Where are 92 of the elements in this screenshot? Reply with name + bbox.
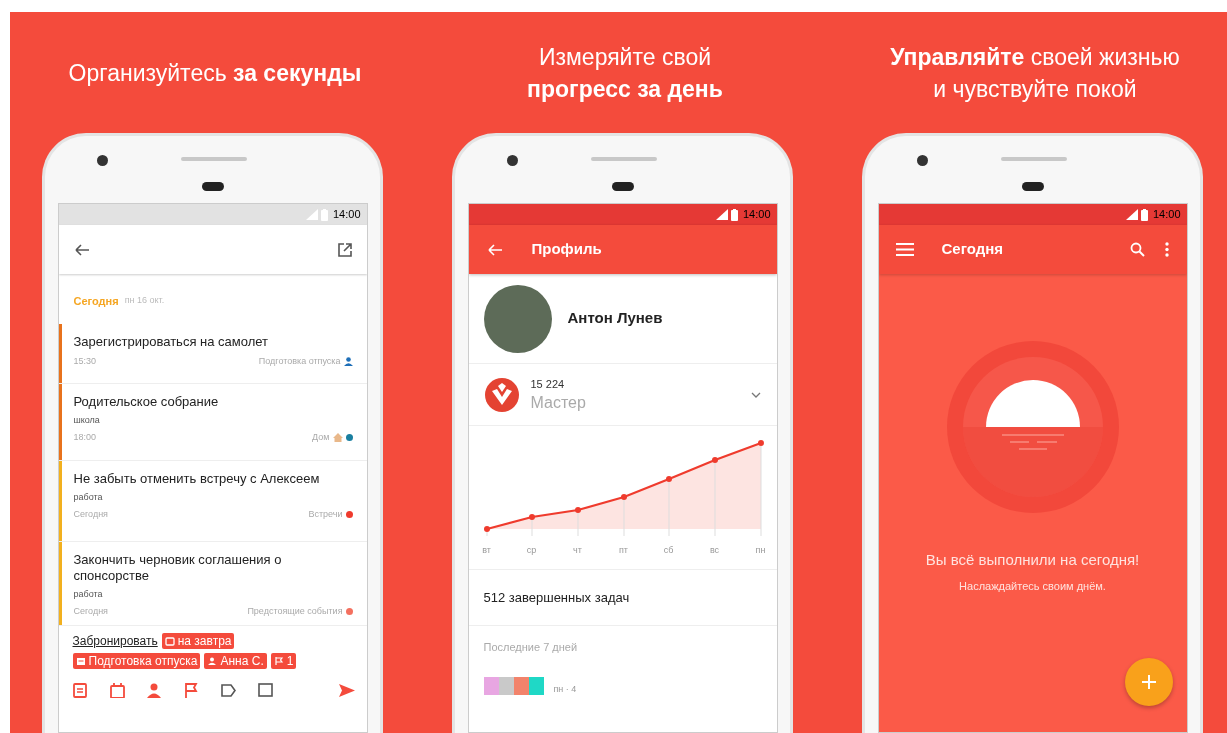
task-project: Дом <box>312 431 330 444</box>
axis-label: ср <box>526 544 537 557</box>
signal-icon <box>715 209 728 220</box>
date-chip[interactable]: на завтра <box>161 633 235 649</box>
data-point <box>483 526 490 532</box>
chevron-down-icon[interactable] <box>750 391 761 398</box>
bar-label: пн · 4 <box>553 683 577 696</box>
task-title: Родительское собрание <box>73 394 220 410</box>
task-time: Сегодня <box>73 605 108 618</box>
speaker-icon <box>1001 157 1067 161</box>
external-link-icon[interactable] <box>336 241 353 258</box>
speaker-icon <box>591 157 657 161</box>
data-point <box>620 494 627 500</box>
battery-icon <box>1140 208 1148 221</box>
status-time: 14:00 <box>742 207 771 223</box>
person-icon[interactable] <box>146 683 162 698</box>
karma-level: Мастер <box>530 392 586 413</box>
speaker-icon <box>181 157 247 161</box>
data-point <box>757 440 764 446</box>
empty-state-subtitle: Наслаждайтесь своим днём. <box>958 578 1107 594</box>
status-time: 14:00 <box>332 207 361 223</box>
axis-label: сб <box>663 544 674 557</box>
task-time: 18:00 <box>73 431 97 444</box>
completed-tasks-count: 512 завершенных задач <box>483 588 630 607</box>
flag-icon <box>273 656 284 666</box>
sensor-icon <box>202 182 224 191</box>
sensor-icon <box>1022 182 1044 191</box>
task-item[interactable]: Не забыть отменить встречу с Алексеем работа Сегодня Встречи <box>58 461 367 542</box>
task-note: работа <box>73 491 104 503</box>
task-time: Сегодня <box>73 508 108 521</box>
user-name: Антон Лунев <box>567 308 663 329</box>
axis-label: пт <box>619 544 628 557</box>
back-arrow-icon[interactable] <box>72 241 91 258</box>
data-point <box>574 507 581 513</box>
karma-points: 15 224 <box>530 377 566 393</box>
calendar-icon[interactable] <box>109 683 125 698</box>
axis-label: вт <box>482 544 491 557</box>
back-arrow-icon[interactable] <box>485 241 504 258</box>
compose-text: Забронировать <box>72 633 158 650</box>
task-item[interactable]: Родительское собрание школа 18:00 Дом <box>58 384 367 461</box>
axis-label: пн <box>755 544 766 557</box>
camera-icon <box>507 155 518 166</box>
signal-icon <box>305 209 318 220</box>
list-icon <box>75 656 86 666</box>
project-chip[interactable]: Подготовка отпуска <box>72 653 201 669</box>
house-icon <box>332 433 343 443</box>
task-title: Не забыть отменить встречу с Алексеем <box>73 471 321 487</box>
screen-title: Профиль <box>531 239 602 260</box>
task-note: работа <box>73 588 104 600</box>
label-icon[interactable] <box>220 683 236 698</box>
person-icon <box>207 656 218 666</box>
screen-title: Сегодня <box>941 239 1004 260</box>
signal-icon <box>1125 209 1138 220</box>
karma-logo-icon <box>484 377 519 412</box>
calendar-icon[interactable] <box>72 683 88 698</box>
status-time: 14:00 <box>1152 207 1181 223</box>
headline: Организуйтесь за секунды <box>68 58 362 88</box>
add-button[interactable] <box>1124 658 1173 706</box>
section-title: Сегодня <box>73 293 119 309</box>
battery-icon <box>730 208 738 221</box>
stacked-bar-drawing <box>483 677 544 695</box>
task-project: Подготовка отпуска <box>258 355 341 368</box>
section-label: Последние 7 дней <box>483 640 578 656</box>
send-icon[interactable] <box>338 683 355 698</box>
search-icon[interactable] <box>1129 242 1145 257</box>
camera-icon <box>917 155 928 166</box>
assignee-chip[interactable]: Анна С. <box>204 653 267 669</box>
axis-label: чт <box>573 544 582 557</box>
flag-icon[interactable] <box>183 683 199 698</box>
task-item[interactable]: Зарегистрироваться на самолет 15:30 Подготовка отпуска <box>58 324 367 384</box>
camera-icon <box>97 155 108 166</box>
date-icon <box>164 636 175 646</box>
sensor-icon <box>612 182 634 191</box>
menu-icon[interactable] <box>895 243 914 256</box>
task-project: Встречи <box>308 508 343 521</box>
section-date: пн 16 окт. <box>124 294 165 308</box>
headline: Управляйте своей жизнью и чувствуйте покой <box>890 42 1180 104</box>
more-options-icon[interactable] <box>1164 242 1169 257</box>
task-note: школа <box>73 414 101 426</box>
empty-state-message: Вы всё выполнили на сегодня! <box>924 550 1141 570</box>
axis-label: вс <box>709 544 720 557</box>
headline: Измеряйте свой прогресс за день <box>527 42 723 104</box>
data-point <box>665 476 672 482</box>
task-time: 15:30 <box>73 355 97 368</box>
task-title: Зарегистрироваться на самолет <box>73 334 269 350</box>
task-project: Предстоящие события <box>247 605 343 618</box>
data-point <box>711 457 718 463</box>
data-point <box>528 514 535 520</box>
priority-chip[interactable]: 1 <box>270 653 297 669</box>
battery-icon <box>320 208 328 221</box>
task-title: Закончить черновик соглашения о спонсорстве <box>73 552 283 584</box>
plus-icon <box>1141 675 1156 689</box>
